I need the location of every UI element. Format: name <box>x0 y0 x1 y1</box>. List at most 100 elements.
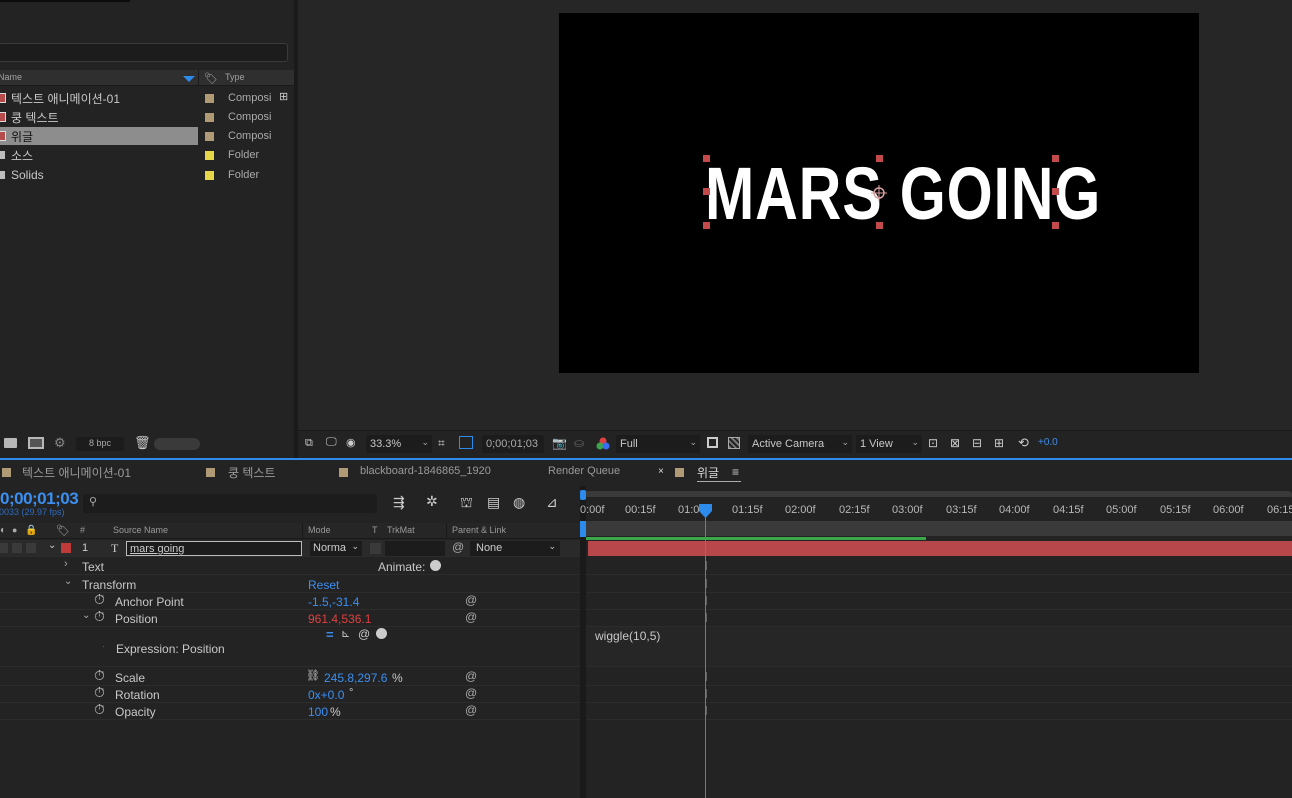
name-column-label[interactable]: Name <box>0 72 22 82</box>
composition-mini-flowchart-icon[interactable]: ⇶ <box>393 494 405 511</box>
position-value[interactable]: 961.4,536.1 <box>308 612 371 626</box>
always-preview-icon[interactable]: ⧉ <box>305 437 313 450</box>
work-area-start-handle[interactable] <box>580 521 586 537</box>
expression-pick-whip-icon[interactable]: @ <box>465 703 477 717</box>
expression-language-menu-icon[interactable] <box>376 628 387 639</box>
rotation-value[interactable]: 0x+0.0 <box>308 688 344 702</box>
label-tag-icon[interactable]: 🏷 <box>56 524 70 537</box>
preserve-transparency-checkbox[interactable] <box>370 543 381 554</box>
expand-arrow-icon[interactable]: ⌄ <box>64 576 72 587</box>
tab-comp-text-animation[interactable]: 텍스트 애니메이션-01 <box>22 464 131 481</box>
layer-row[interactable]: ⌄ 1 T mars going Norma ⌄ @ None ⌄ <box>0 540 580 557</box>
bit-depth-button[interactable]: 8 bpc <box>76 437 124 451</box>
video-switch[interactable] <box>0 543 8 553</box>
parent-select[interactable]: None ⌄ <box>470 541 560 556</box>
animate-menu-button[interactable] <box>430 560 441 571</box>
expression-pick-whip-icon[interactable]: @ <box>465 610 477 624</box>
expression-enable-icon[interactable]: = <box>326 627 334 642</box>
transform-property-group[interactable]: ⌄ Transform Reset <box>0 576 580 593</box>
blend-mode-select[interactable]: Norma ⌄ <box>310 541 362 556</box>
text-property-group[interactable]: › Text Animate: <box>0 558 580 575</box>
viewer-timecode[interactable]: 0;00;01;03 <box>482 435 544 453</box>
project-item[interactable]: 소스 Folder <box>0 146 280 164</box>
shy-layers-icon[interactable]: ⛫ <box>460 494 473 513</box>
parent-column[interactable]: Parent & Link <box>452 525 506 535</box>
label-swatch[interactable] <box>205 94 214 103</box>
region-of-interest-icon[interactable] <box>459 436 473 449</box>
solo-icon[interactable]: ● <box>12 525 17 535</box>
rotation-row[interactable]: ⏱ Rotation 0x+0.0 ° @ <box>0 684 580 703</box>
view-layout-select[interactable]: 1 View ⌄ <box>856 435 922 453</box>
project-item[interactable]: Solids Folder <box>0 166 280 184</box>
preserve-transparency-column[interactable]: T <box>372 525 378 535</box>
expand-arrow-icon[interactable]: ⌄ <box>82 610 90 621</box>
monitor-icon[interactable]: 🖵 <box>326 436 337 449</box>
track-matte-select[interactable] <box>385 541 445 556</box>
expression-pick-whip-icon[interactable]: @ <box>465 593 477 607</box>
time-ruler[interactable]: 0:00f 00:15f 01:00f 01:15f 02:00f 02:15f… <box>580 497 1292 521</box>
reset-exposure-icon[interactable]: ⟲ <box>1018 435 1029 451</box>
expression-code[interactable]: wiggle(10,5) <box>595 629 660 643</box>
opacity-value[interactable]: 100 <box>308 705 328 719</box>
exposure-value[interactable]: +0.0 <box>1038 437 1058 448</box>
label-swatch[interactable] <box>205 132 214 141</box>
lock-switch[interactable] <box>26 543 36 553</box>
tab-comp-thump-text[interactable]: 쿵 텍스트 <box>228 464 276 481</box>
label-swatch[interactable] <box>205 113 214 122</box>
panel-menu-icon[interactable]: ≡ <box>732 465 739 479</box>
flowchart-icon[interactable]: ⊞ <box>994 436 1004 450</box>
expression-editor[interactable]: wiggle(10,5) <box>586 627 1292 667</box>
resolution-select[interactable]: Full ⌄ <box>616 435 700 453</box>
layer-label-color[interactable] <box>61 543 71 553</box>
expression-pick-whip-icon[interactable]: @ <box>465 669 477 683</box>
layer-name-field[interactable]: mars going <box>126 541 302 556</box>
camera-select[interactable]: Active Camera ⌄ <box>748 435 852 453</box>
transparency-grid-icon[interactable] <box>728 437 740 449</box>
project-settings-icon[interactable]: ⚙ <box>54 435 66 451</box>
tab-wiggle-active[interactable]: 위글 <box>697 464 719 481</box>
fast-draft-icon[interactable]: ⊠ <box>950 436 960 450</box>
project-item[interactable]: 텍스트 애니메이션-01 Composi ⊞ <box>0 89 288 107</box>
timeline-link-icon[interactable]: ⊟ <box>972 436 982 450</box>
anchor-point-value[interactable]: -1.5,-31.4 <box>308 595 359 609</box>
label-tag-icon[interactable]: 🏷 <box>204 72 218 85</box>
project-item-selected[interactable]: 위글 Composi <box>0 127 280 145</box>
project-search-input[interactable] <box>0 43 288 62</box>
composition-canvas[interactable]: MARS GOING <box>559 13 1199 373</box>
label-swatch[interactable] <box>205 151 214 160</box>
mask-icon[interactable]: ◉ <box>346 436 356 449</box>
layer-duration-bar[interactable] <box>588 541 1292 556</box>
expand-arrow-icon[interactable]: ⌄ <box>48 540 56 551</box>
stopwatch-icon[interactable]: ⏱ <box>94 701 105 718</box>
current-time-indicator-line[interactable] <box>705 506 706 798</box>
motion-blur-icon[interactable]: ◍ <box>513 494 525 511</box>
trash-icon[interactable]: 🗑 <box>134 435 151 451</box>
track-matte-column[interactable]: TrkMat <box>387 525 415 535</box>
snapshot-camera-icon[interactable]: 📷 <box>552 436 567 450</box>
expression-graph-icon[interactable]: ⊾ <box>341 627 350 640</box>
sort-arrow-icon[interactable] <box>183 76 195 82</box>
show-snapshot-icon[interactable]: ⛀ <box>574 436 584 450</box>
project-item[interactable]: 쿵 텍스트 Composi <box>0 108 280 126</box>
layer-bounding-box[interactable] <box>703 155 1063 231</box>
position-row[interactable]: ⌄ ⏱ Position 961.4,536.1 @ <box>0 608 580 627</box>
anchor-point-row[interactable]: ⏱ Anchor Point -1.5,-31.4 @ <box>0 591 580 610</box>
thumbnail-slider[interactable] <box>154 438 200 450</box>
solo-switch[interactable] <box>12 543 22 553</box>
pick-whip-icon[interactable]: @ <box>452 540 464 554</box>
mode-column[interactable]: Mode <box>308 525 331 535</box>
new-folder-icon[interactable] <box>4 438 17 448</box>
toggle-pixel-aspect-icon[interactable]: ⊡ <box>928 436 938 450</box>
tab-blackboard[interactable]: blackboard-1846865_1920 <box>360 465 491 477</box>
expression-pick-whip-icon[interactable]: @ <box>465 686 477 700</box>
scale-row[interactable]: ⏱ Scale ⛓ 245.8,297.6 % @ <box>0 667 580 686</box>
type-column-label[interactable]: Type <box>225 72 245 82</box>
source-name-column[interactable]: Source Name <box>113 525 168 535</box>
lock-icon[interactable]: 🔒 <box>25 525 37 536</box>
close-tab-icon[interactable]: × <box>658 466 664 477</box>
fast-preview-icon[interactable] <box>707 437 718 448</box>
label-swatch[interactable] <box>205 171 214 180</box>
flowchart-icon[interactable]: ⊞ <box>279 90 288 103</box>
graph-editor-icon[interactable]: ⊿ <box>546 494 558 511</box>
expand-arrow-icon[interactable]: › <box>64 558 68 570</box>
